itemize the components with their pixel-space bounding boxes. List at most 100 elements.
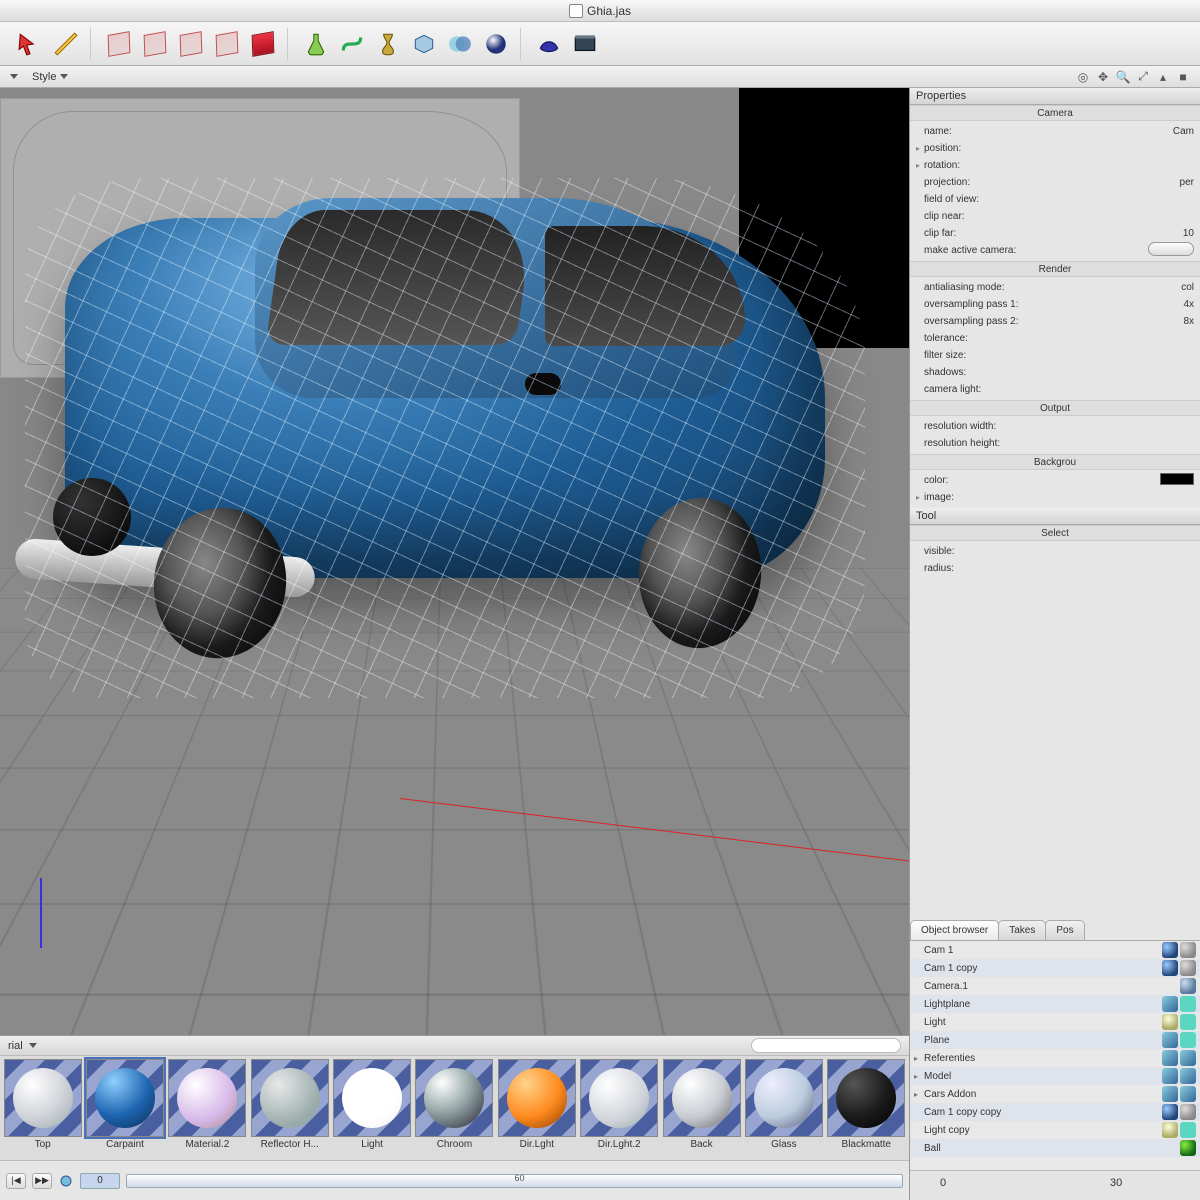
property-key: rotation: [924, 160, 1054, 171]
maximize-icon[interactable]: ■ [1176, 70, 1190, 84]
property-value[interactable] [1054, 242, 1194, 259]
ruler-tool-icon[interactable] [50, 28, 82, 60]
object-row[interactable]: Light [910, 1013, 1200, 1031]
transparent-cube-icon[interactable] [408, 28, 440, 60]
material-swatch[interactable]: Reflector H... [250, 1059, 329, 1157]
timeline-skip-start-icon[interactable]: |◀ [6, 1173, 26, 1189]
property-value[interactable]: Cam [1054, 126, 1194, 137]
object-row[interactable]: Cam 1 [910, 941, 1200, 959]
property-value[interactable] [1054, 473, 1194, 488]
object-row[interactable]: ▸Referenties [910, 1049, 1200, 1067]
property-value[interactable]: 10 [1054, 228, 1194, 239]
vase-tool-icon[interactable] [372, 28, 404, 60]
object-type-icon [1162, 1050, 1178, 1066]
property-value[interactable]: per [1054, 177, 1194, 188]
object-row[interactable]: Light copy [910, 1121, 1200, 1139]
boolean-tool-icon[interactable] [444, 28, 476, 60]
material-swatch[interactable]: Back [662, 1059, 741, 1157]
property-key: oversampling pass 2: [924, 316, 1054, 327]
frame-icon[interactable]: ⤢ [1136, 70, 1150, 84]
object-name: Cars Addon [924, 1089, 1160, 1100]
property-row[interactable]: clip near: [910, 208, 1200, 225]
object-row[interactable]: Cam 1 copy copy [910, 1103, 1200, 1121]
prim-box-wire2-icon[interactable] [139, 28, 171, 60]
material-swatch[interactable]: Chroom [415, 1059, 494, 1157]
property-row[interactable]: visible: [910, 543, 1200, 560]
material-swatch[interactable]: Material.2 [168, 1059, 247, 1157]
render-tool-icon[interactable] [533, 28, 565, 60]
property-row[interactable]: name:Cam [910, 123, 1200, 140]
material-sphere-icon[interactable] [480, 28, 512, 60]
material-browser[interactable]: TopCarpaintMaterial.2Reflector H...Light… [0, 1056, 909, 1160]
property-row[interactable]: ▸position: [910, 140, 1200, 157]
property-value[interactable]: 8x [1054, 316, 1194, 327]
property-row[interactable]: tolerance: [910, 330, 1200, 347]
tab-pose[interactable]: Pos [1045, 920, 1084, 940]
object-row[interactable]: ▸Model [910, 1067, 1200, 1085]
material-swatch[interactable]: Dir.Lght.2 [580, 1059, 659, 1157]
property-row[interactable]: radius: [910, 560, 1200, 577]
property-row[interactable]: color: [910, 472, 1200, 489]
material-swatch[interactable]: Blackmatte [827, 1059, 906, 1157]
view-dropdown[interactable] [10, 74, 18, 79]
make-active-button[interactable] [1148, 242, 1194, 256]
material-swatch[interactable]: Carpaint [85, 1059, 164, 1157]
property-row[interactable]: oversampling pass 1:4x [910, 296, 1200, 313]
zoom-icon[interactable]: 🔍 [1116, 70, 1130, 84]
orbit-icon[interactable]: ◎ [1076, 70, 1090, 84]
property-row[interactable]: antialiasing mode:col [910, 279, 1200, 296]
material-swatch[interactable]: Light [332, 1059, 411, 1157]
material-search-input[interactable] [751, 1038, 901, 1053]
animation-tool-icon[interactable] [569, 28, 601, 60]
flask-tool-icon[interactable] [300, 28, 332, 60]
material-label: Blackmatte [842, 1139, 891, 1150]
property-row[interactable]: resolution width: [910, 418, 1200, 435]
property-row[interactable]: shadows: [910, 364, 1200, 381]
car-model[interactable] [25, 178, 865, 698]
material-swatch[interactable]: Dir.Lght [497, 1059, 576, 1157]
tab-object-browser[interactable]: Object browser [910, 920, 999, 940]
object-browser-list[interactable]: Cam 1Cam 1 copy Camera.1 LightplaneLightPl… [910, 940, 1200, 1170]
window-titlebar: Ghia.jas [0, 0, 1200, 22]
style-dropdown[interactable]: Style [32, 71, 68, 83]
color-swatch[interactable] [1160, 473, 1194, 485]
current-frame-field[interactable]: 0 [80, 1173, 120, 1189]
prim-box-solid-icon[interactable] [247, 28, 279, 60]
property-value[interactable]: col [1054, 282, 1194, 293]
prim-box-wire4-icon[interactable] [211, 28, 243, 60]
object-row[interactable]: Cam 1 copy [910, 959, 1200, 977]
object-row[interactable]: Lightplane [910, 995, 1200, 1013]
material-swatch[interactable]: Glass [744, 1059, 823, 1157]
timeline-play-icon[interactable]: ▶▶ [32, 1173, 52, 1189]
property-row[interactable]: ▸rotation: [910, 157, 1200, 174]
object-row[interactable]: ▸Cars Addon [910, 1085, 1200, 1103]
property-row[interactable]: projection:per [910, 174, 1200, 191]
object-row[interactable]: Ball [910, 1139, 1200, 1157]
property-row[interactable]: clip far:10 [910, 225, 1200, 242]
object-name: Camera.1 [924, 981, 1178, 992]
prim-box-wire-icon[interactable] [103, 28, 135, 60]
property-row[interactable]: make active camera: [910, 242, 1200, 259]
material-dropdown-icon[interactable] [29, 1043, 37, 1048]
keyframe-icon[interactable] [58, 1173, 74, 1189]
object-row[interactable]: Camera.1 [910, 977, 1200, 995]
material-swatch[interactable]: Top [3, 1059, 82, 1157]
prim-box-wire3-icon[interactable] [175, 28, 207, 60]
camera-toggle-icon[interactable]: ▴ [1156, 70, 1170, 84]
property-row[interactable]: resolution height: [910, 435, 1200, 452]
timeline-track[interactable]: 60 [126, 1174, 903, 1188]
property-row[interactable]: filter size: [910, 347, 1200, 364]
property-row[interactable]: field of view: [910, 191, 1200, 208]
property-row[interactable]: ▸image: [910, 489, 1200, 506]
object-row[interactable]: Plane [910, 1031, 1200, 1049]
property-key: camera light: [924, 384, 1054, 395]
arrow-tool-icon[interactable] [14, 28, 46, 60]
tab-takes[interactable]: Takes [998, 920, 1046, 940]
property-row[interactable]: oversampling pass 2:8x [910, 313, 1200, 330]
property-value[interactable]: 4x [1054, 299, 1194, 310]
3d-viewport[interactable] [0, 88, 909, 1036]
property-row[interactable]: camera light: [910, 381, 1200, 398]
pan-icon[interactable]: ✥ [1096, 70, 1110, 84]
material-label: Chroom [437, 1139, 473, 1150]
curve-tool-icon[interactable] [336, 28, 368, 60]
